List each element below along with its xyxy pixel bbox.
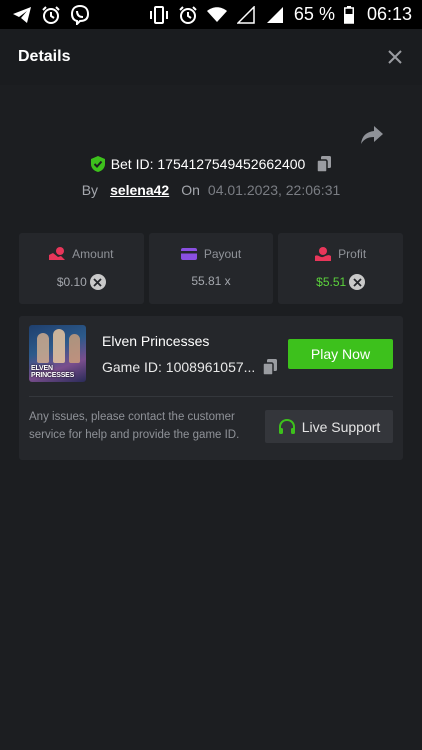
payout-stat: Payout 55.81 x <box>148 233 274 304</box>
details-header: Details <box>0 29 422 85</box>
bet-id-row: Bet ID: 1754127549452662400 <box>0 153 422 175</box>
copy-icon[interactable] <box>317 156 332 172</box>
payout-value: 55.81 x <box>191 274 231 288</box>
bet-id: Bet ID: 1754127549452662400 <box>110 156 306 172</box>
shield-check-icon <box>90 156 105 172</box>
signal-empty-icon <box>236 5 256 25</box>
wifi-icon <box>206 5 227 25</box>
game-id-row: Game ID: 1008961057... <box>102 359 278 375</box>
amount-label: Amount <box>72 247 114 261</box>
payout-label: Payout <box>203 247 242 261</box>
share-icon[interactable] <box>360 124 384 146</box>
game-thumbnail-text: ELVEN PRINCESSES <box>31 365 75 379</box>
game-id: Game ID: 1008961057... <box>102 359 256 375</box>
viber-icon <box>70 4 90 25</box>
support-notice: Any issues, please contact the customer … <box>29 411 240 441</box>
vibrate-icon <box>149 5 169 25</box>
coin-icon <box>349 274 366 290</box>
status-bar: 65 % 06:13 <box>0 0 422 29</box>
headset-icon <box>278 418 296 436</box>
amount-stat: Amount $0.10 <box>19 233 144 304</box>
alarm-icon <box>178 5 198 25</box>
payout-icon <box>180 248 197 260</box>
game-card: ELVEN PRINCESSES Elven Princesses Game I… <box>19 316 403 460</box>
by-label: By <box>81 182 99 198</box>
live-support-button[interactable]: Live Support <box>265 410 393 443</box>
play-now-button[interactable]: Play Now <box>288 339 393 369</box>
close-icon[interactable] <box>386 48 404 66</box>
amount-value: $0.10 <box>56 275 87 289</box>
battery-percent: 65 % <box>293 4 335 24</box>
game-name: Elven Princesses <box>102 333 210 349</box>
game-thumbnail[interactable]: ELVEN PRINCESSES <box>29 325 86 382</box>
profit-icon <box>315 247 332 261</box>
stats-row: Amount $0.10 Payout 55.81 x Profit $5.51 <box>19 233 404 304</box>
page-title: Details <box>18 48 71 65</box>
on-label: On <box>181 182 200 198</box>
profit-stat: Profit $5.51 <box>278 233 404 304</box>
live-support-label: Live Support <box>301 418 381 435</box>
signal-icon <box>265 5 285 25</box>
profit-value: $5.51 <box>316 275 347 289</box>
amount-icon <box>49 247 66 261</box>
coin-icon <box>89 274 106 290</box>
telegram-icon <box>12 5 32 25</box>
username-link[interactable]: selena42 <box>110 182 169 198</box>
bet-meta-row: By selena42 On 04.01.2023, 22:06:31 <box>0 180 422 200</box>
alarm-icon <box>41 5 61 25</box>
divider <box>29 396 393 397</box>
clock: 06:13 <box>366 4 412 24</box>
bet-date: 04.01.2023, 22:06:31 <box>207 182 341 198</box>
copy-icon[interactable] <box>263 359 278 375</box>
battery-icon <box>343 5 354 25</box>
profit-label: Profit <box>338 247 367 261</box>
